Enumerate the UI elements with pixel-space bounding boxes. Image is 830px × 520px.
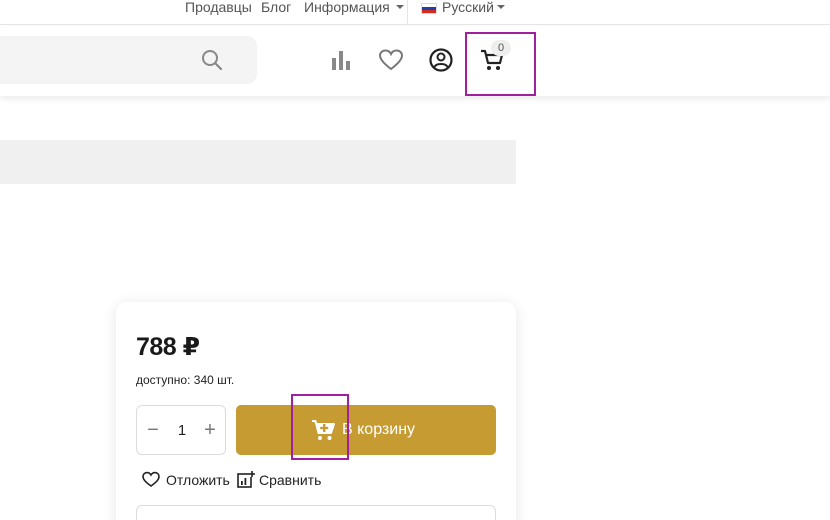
save-later-button[interactable]: Отложить bbox=[142, 471, 232, 489]
qty-value[interactable]: 1 bbox=[172, 422, 192, 439]
add-to-cart-label: В корзину bbox=[342, 421, 416, 438]
breadcrumb-bar bbox=[0, 140, 516, 184]
blog-link[interactable]: Блог bbox=[261, 0, 291, 15]
compare-chart-icon[interactable] bbox=[328, 48, 354, 74]
language-label: Русский bbox=[442, 0, 494, 15]
divider bbox=[407, 0, 408, 25]
top-bar: Продавцы Блог Информация Русский bbox=[0, 0, 830, 25]
info-menu[interactable]: Информация bbox=[304, 0, 404, 15]
language-selector[interactable]: Русский bbox=[442, 0, 505, 15]
russia-flag-icon bbox=[421, 3, 437, 14]
qty-plus-button[interactable]: + bbox=[200, 419, 220, 441]
qty-minus-button[interactable]: − bbox=[143, 419, 163, 441]
product-buy-card: 788 ₽ доступно: 340 шт. − 1 + В корзину … bbox=[116, 302, 516, 520]
quantity-stepper: − 1 + bbox=[136, 405, 226, 455]
heart-icon[interactable] bbox=[378, 47, 404, 73]
save-later-label: Отложить bbox=[166, 472, 230, 488]
search-icon[interactable] bbox=[201, 49, 223, 71]
user-circle-icon[interactable] bbox=[428, 47, 454, 73]
availability-text: доступно: 340 шт. bbox=[136, 373, 235, 387]
add-to-cart-button[interactable]: В корзину bbox=[236, 405, 496, 455]
page: Продавцы Блог Информация Русский 0 788 ₽… bbox=[0, 0, 830, 520]
search-input[interactable] bbox=[0, 36, 180, 84]
compare-button[interactable]: Сравнить bbox=[237, 471, 327, 489]
heart-icon bbox=[142, 471, 160, 487]
cart-count-badge: 0 bbox=[491, 40, 511, 56]
compare-label: Сравнить bbox=[259, 472, 322, 488]
chevron-down-icon bbox=[395, 5, 404, 9]
sellers-link[interactable]: Продавцы bbox=[185, 0, 252, 15]
chevron-down-icon bbox=[496, 5, 505, 9]
info-menu-label: Информация bbox=[304, 0, 390, 15]
header bbox=[0, 26, 830, 96]
secondary-button[interactable] bbox=[136, 505, 496, 520]
product-price: 788 ₽ bbox=[136, 333, 200, 361]
search-box bbox=[0, 36, 257, 84]
cart-plus-icon bbox=[312, 420, 335, 440]
add-compare-icon bbox=[237, 471, 255, 488]
